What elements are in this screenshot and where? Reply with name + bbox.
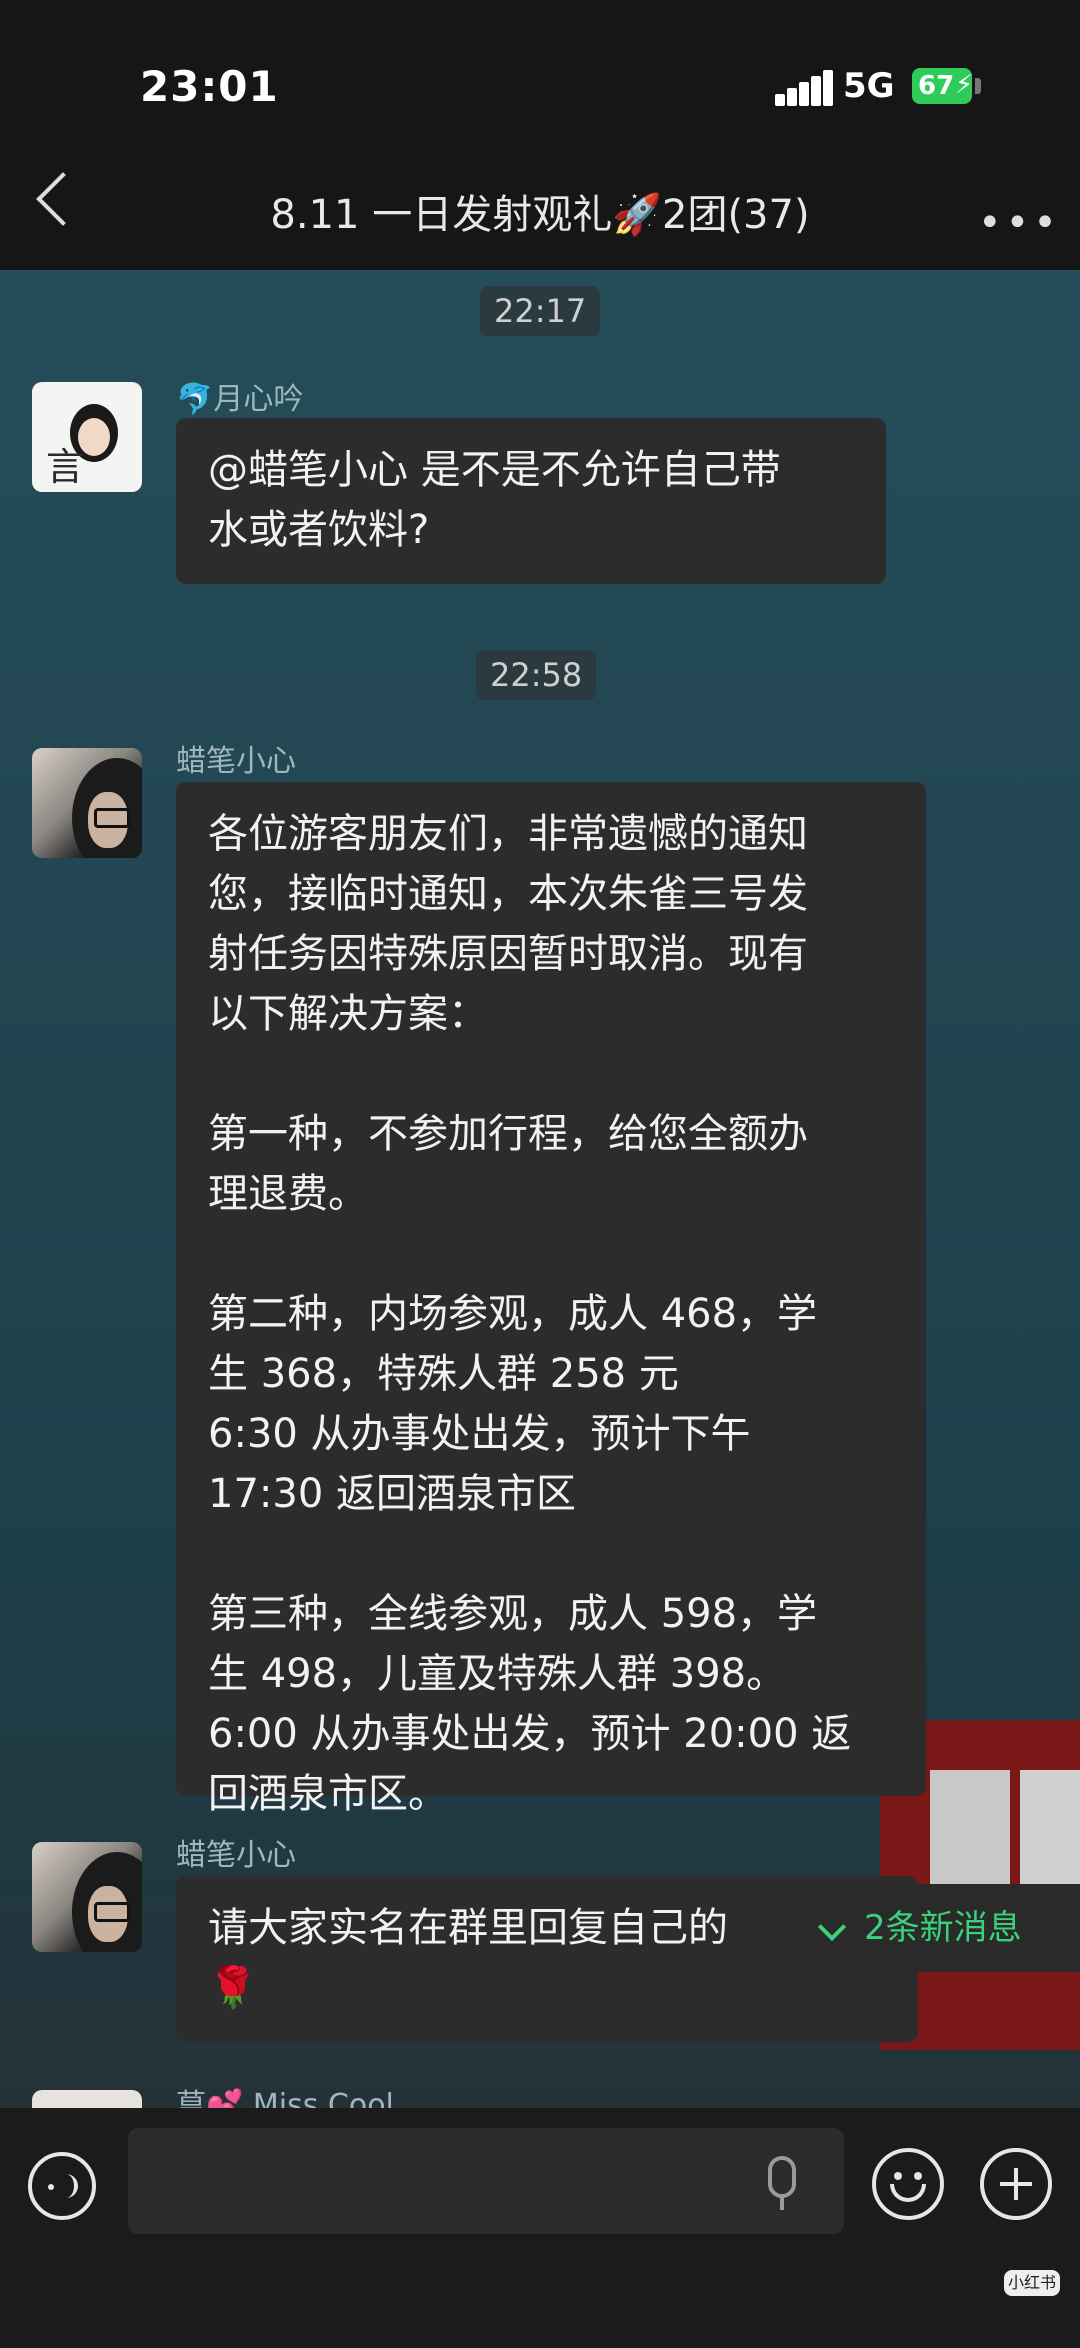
- avatar[interactable]: [32, 1842, 142, 1952]
- message-text: 各位游客朋友们，非常遗憾的通知 您，接临时通知，本次朱雀三号发 射任务因特殊原因…: [208, 811, 852, 1817]
- sender-name: 蜡笔小心: [176, 1838, 296, 1873]
- message-text: @蜡笔小心 是不是不允许自己带 水或者饮料?: [208, 447, 781, 553]
- battery-tip: [975, 78, 981, 94]
- mic-stand: [780, 2196, 784, 2210]
- input-bar: [0, 2108, 1080, 2348]
- new-messages-label: 2条新消息: [864, 1908, 1022, 1948]
- plus-icon[interactable]: [980, 2148, 1052, 2220]
- emoji-icon[interactable]: [872, 2148, 944, 2220]
- voice-icon[interactable]: [28, 2152, 96, 2220]
- signal-icon: [775, 70, 833, 106]
- message-bubble[interactable]: 各位游客朋友们，非常遗憾的通知 您，接临时通知，本次朱雀三号发 射任务因特殊原因…: [176, 782, 926, 1817]
- timestamp: 22:17: [480, 286, 601, 336]
- message-input[interactable]: [128, 2128, 844, 2234]
- timestamp: 22:58: [476, 650, 597, 700]
- avatar[interactable]: [32, 2090, 142, 2108]
- charging-icon: ⚡: [955, 70, 974, 100]
- new-messages-button[interactable]: 2条新消息: [782, 1884, 1080, 1972]
- chat-area[interactable]: 22:17 言 🐬月心吟 @蜡笔小心 是不是不允许自己带 水或者饮料? 22:5…: [0, 270, 1080, 2108]
- mic-icon[interactable]: [768, 2156, 796, 2198]
- message-bubble[interactable]: @蜡笔小心 是不是不允许自己带 水或者饮料?: [176, 418, 886, 584]
- avatar[interactable]: [32, 748, 142, 858]
- avatar-text: 言: [46, 445, 85, 489]
- chat-title: 8.11 一日发射观礼🚀2团(37): [270, 192, 810, 238]
- avatar[interactable]: 言: [32, 382, 142, 492]
- chevron-double-down-icon: [817, 1912, 847, 1942]
- top-bar: 23:01 5G 67 ⚡ 8.11 一日发射观礼🚀2团(37) •••: [0, 0, 1080, 270]
- sender-name: 🐬月心吟: [176, 382, 304, 417]
- status-time: 23:01: [140, 62, 279, 111]
- watermark-badge: 小红书: [1004, 2270, 1060, 2296]
- network-type: 5G: [843, 66, 895, 106]
- sender-name: 蜡笔小心: [176, 744, 296, 779]
- sender-name: 䓍💕 Miss Cool: [176, 2088, 394, 2108]
- more-icon[interactable]: •••: [978, 200, 1061, 246]
